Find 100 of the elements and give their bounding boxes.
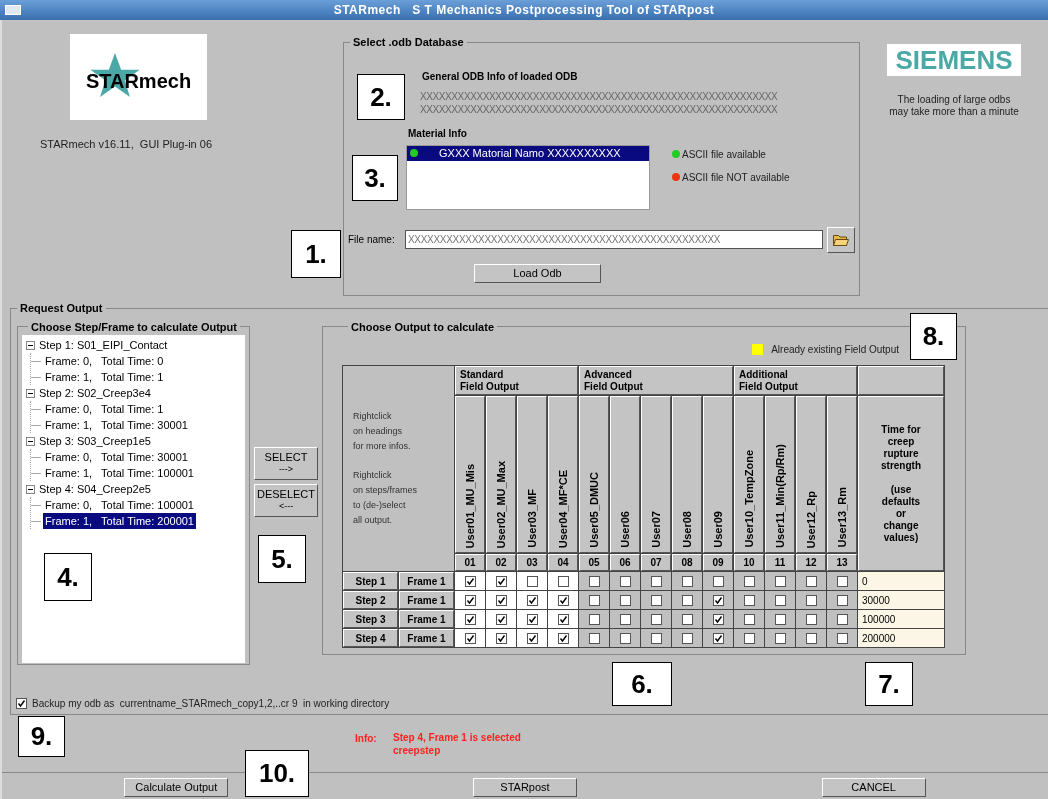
column-header[interactable]: User13_Rm [827,396,857,553]
checkbox[interactable] [743,632,755,644]
checkbox[interactable] [588,613,600,625]
checkbox[interactable] [743,613,755,625]
checkbox[interactable] [712,632,724,644]
frame-item[interactable]: Frame: 1, Total Time: 100001 [43,464,196,482]
action-button[interactable]: CANCEL [821,778,926,797]
frame-item[interactable]: Frame: 0, Total Time: 30001 [43,448,190,466]
collapse-icon[interactable] [26,388,35,398]
action-button[interactable]: Calculate Output [124,778,229,797]
checkbox[interactable] [805,575,817,587]
checkbox[interactable] [464,594,476,606]
select-button[interactable]: SELECT ---> [254,446,318,480]
checkbox[interactable] [495,632,507,644]
checkbox[interactable] [588,575,600,587]
deselect-button[interactable]: DESELECT <--- [254,483,318,517]
column-header[interactable]: User09 [703,396,733,553]
file-name-field[interactable]: XXXXXXXXXXXXXXXXXXXXXXXXXXXXXXXXXXXXXXXXXXXXXXXXX [405,230,823,249]
column-group-header[interactable]: Standard Field Output [455,366,578,395]
column-header[interactable]: User04_MF*CE [548,396,578,553]
checkbox[interactable] [712,575,724,587]
time-field[interactable]: 30000 [858,591,944,609]
step-item[interactable]: Step 1: S01_EIPI_Contact [39,336,168,354]
browse-button[interactable] [827,226,855,253]
checkbox[interactable] [464,575,476,587]
step-row-header[interactable]: Step 1 [343,572,398,590]
checkbox[interactable] [464,613,476,625]
checkbox[interactable] [774,575,786,587]
column-group-header[interactable]: Advanced Field Output [579,366,733,395]
checkbox[interactable] [464,632,476,644]
step-item[interactable]: Step 3: S03_Creep1e5 [39,432,151,450]
checkbox[interactable] [681,632,693,644]
checkbox[interactable] [836,632,848,644]
checkbox[interactable] [681,594,693,606]
frame-item[interactable]: Frame: 0, Total Time: 0 [43,352,166,370]
column-header[interactable]: User01_MU_Mis [455,396,485,553]
checkbox[interactable] [805,632,817,644]
frame-row-header[interactable]: Frame 1 [399,610,454,628]
checkbox[interactable] [619,613,631,625]
checkbox[interactable] [588,594,600,606]
checkbox[interactable] [619,575,631,587]
checkbox[interactable] [805,613,817,625]
time-field[interactable]: 200000 [858,629,944,647]
checkbox[interactable] [557,594,569,606]
checkbox[interactable] [619,632,631,644]
checkbox[interactable] [712,613,724,625]
column-header[interactable]: User07 [641,396,671,553]
step-item[interactable]: Step 4: S04_Creep2e5 [39,480,151,498]
frame-row-header[interactable]: Frame 1 [399,591,454,609]
checkbox[interactable] [495,613,507,625]
column-header[interactable]: User08 [672,396,702,553]
column-header[interactable]: User03_MF [517,396,547,553]
frame-row-header[interactable]: Frame 1 [399,629,454,647]
checkbox[interactable] [805,594,817,606]
checkbox[interactable] [495,575,507,587]
frame-item[interactable]: Frame: 0, Total Time: 100001 [43,496,196,514]
step-row-header[interactable]: Step 2 [343,591,398,609]
checkbox[interactable] [836,575,848,587]
checkbox[interactable] [681,613,693,625]
checkbox[interactable] [557,575,569,587]
checkbox[interactable] [650,575,662,587]
checkbox[interactable] [774,632,786,644]
checkbox[interactable] [743,594,755,606]
checkbox[interactable] [557,632,569,644]
time-field[interactable]: 100000 [858,610,944,628]
checkbox[interactable] [774,594,786,606]
step-row-header[interactable]: Step 4 [343,629,398,647]
checkbox[interactable] [650,594,662,606]
checkbox[interactable] [681,575,693,587]
frame-item[interactable]: Frame: 1, Total Time: 200001 [43,512,196,530]
frame-item[interactable]: Frame: 1, Total Time: 30001 [43,416,190,434]
checkbox[interactable] [16,697,27,709]
checkbox[interactable] [557,613,569,625]
checkbox[interactable] [495,594,507,606]
collapse-icon[interactable] [26,436,35,446]
collapse-icon[interactable] [26,484,35,494]
frame-row-header[interactable]: Frame 1 [399,572,454,590]
step-item[interactable]: Step 2: S02_Creep3e4 [39,384,151,402]
checkbox[interactable] [712,594,724,606]
checkbox[interactable] [526,632,538,644]
checkbox[interactable] [526,575,538,587]
checkbox[interactable] [774,613,786,625]
collapse-icon[interactable] [26,340,35,350]
checkbox[interactable] [619,594,631,606]
checkbox[interactable] [836,613,848,625]
frame-item[interactable]: Frame: 1, Total Time: 1 [43,368,166,386]
time-column-header[interactable]: Time for creep rupture strength (use defaults or change values) [858,396,944,571]
checkbox[interactable] [588,632,600,644]
checkbox[interactable] [526,613,538,625]
material-item[interactable]: GXXX Matorial Namo XXXXXXXXXX [407,145,649,161]
column-header[interactable]: User05_DMUC [579,396,609,553]
checkbox[interactable] [836,594,848,606]
column-header[interactable]: User11_Min(Rp/Rm) [765,396,795,553]
time-field[interactable]: 0 [858,572,944,590]
action-button[interactable]: STARpost [473,778,577,797]
checkbox[interactable] [526,594,538,606]
checkbox[interactable] [650,613,662,625]
material-list[interactable]: GXXX Matorial Namo XXXXXXXXXX [406,144,650,210]
column-header[interactable]: User10_TempZone [734,396,764,553]
frame-item[interactable]: Frame: 0, Total Time: 1 [43,400,166,418]
